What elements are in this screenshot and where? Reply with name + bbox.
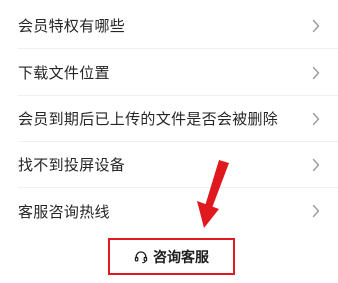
- faq-item-label: 下载文件位置: [18, 64, 110, 82]
- chevron-right-icon: [312, 19, 320, 32]
- headset-icon: [134, 250, 148, 263]
- chevron-right-icon: [312, 66, 320, 79]
- faq-item-label: 会员特权有哪些: [18, 17, 126, 35]
- faq-item-service-hotline[interactable]: 客服咨询热线: [18, 188, 338, 234]
- contact-service-label: 咨询客服: [153, 249, 209, 266]
- faq-item-label: 找不到投屏设备: [18, 156, 126, 174]
- faq-list: 会员特权有哪些 下载文件位置 会员到期后已上传的文件是否会被删除 找不到投屏设备: [0, 0, 338, 242]
- faq-item-expired-files[interactable]: 会员到期后已上传的文件是否会被删除: [18, 96, 338, 142]
- faq-item-member-privileges[interactable]: 会员特权有哪些: [18, 3, 338, 49]
- contact-service-button[interactable]: 咨询客服: [108, 238, 235, 275]
- faq-item-cast-device[interactable]: 找不到投屏设备: [18, 142, 338, 188]
- faq-item-label: 会员到期后已上传的文件是否会被删除: [18, 110, 279, 128]
- chevron-right-icon: [312, 112, 320, 125]
- faq-item-download-location[interactable]: 下载文件位置: [18, 50, 338, 96]
- chevron-right-icon: [312, 158, 320, 171]
- chevron-right-icon: [312, 204, 320, 218]
- faq-item-label: 客服咨询热线: [18, 202, 110, 221]
- help-page: 会员特权有哪些 下载文件位置 会员到期后已上传的文件是否会被删除 找不到投屏设备: [0, 0, 338, 283]
